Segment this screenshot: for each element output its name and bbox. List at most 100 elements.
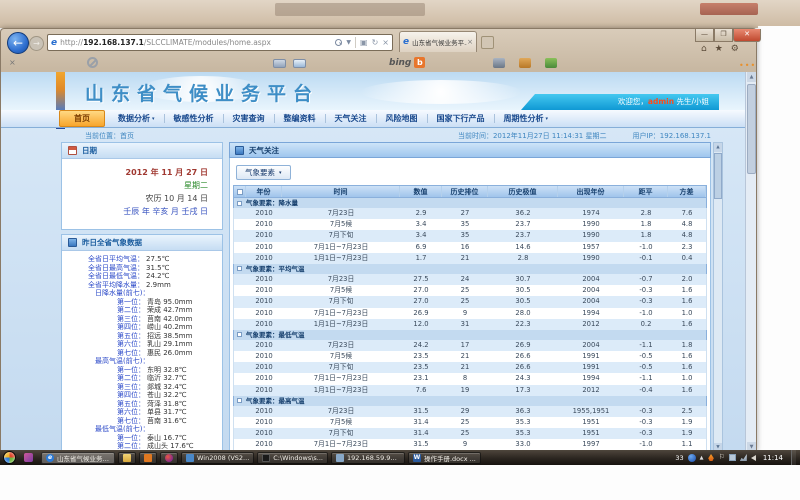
- table-row[interactable]: 20107月1日~7月23日26.9928.01994-1.01.0: [233, 308, 707, 319]
- table-row[interactable]: 20107月5候3.43523.719901.84.8: [233, 219, 707, 230]
- column-header[interactable]: 距平: [624, 186, 668, 197]
- address-bar[interactable]: e http://192.168.137.1/SLCCLIMATE/module…: [47, 34, 393, 51]
- show-desktop-button[interactable]: [791, 450, 796, 465]
- table-row[interactable]: 20101月1日~7月23日12.03122.320120.21.6: [233, 319, 707, 330]
- search-icon[interactable]: [335, 39, 342, 46]
- refresh-icon[interactable]: ↻: [372, 38, 379, 47]
- maximize-button[interactable]: ❐: [714, 29, 733, 42]
- bing-logo[interactable]: bingb: [389, 57, 425, 68]
- checkbox[interactable]: [237, 332, 242, 337]
- nav-item-9[interactable]: 周期性分析▾: [495, 113, 558, 124]
- checkbox[interactable]: [237, 201, 242, 206]
- favorites-star-icon[interactable]: ★: [715, 44, 723, 54]
- table-row[interactable]: 20107月1日~7月23日6.91614.61957-1.02.3: [233, 242, 707, 253]
- speaker-icon[interactable]: [751, 455, 756, 461]
- row-gutter-cell: [234, 340, 246, 351]
- taskbar-clock[interactable]: 11:14: [763, 454, 783, 462]
- stop-icon[interactable]: ×: [382, 38, 389, 47]
- table-cell: 4.8: [668, 230, 706, 241]
- close-button[interactable]: ✕: [733, 29, 761, 42]
- tray-app-icon[interactable]: [688, 454, 696, 462]
- minimize-button[interactable]: —: [695, 29, 714, 42]
- network-icon[interactable]: [740, 454, 747, 461]
- scrollbar-thumb[interactable]: [714, 153, 722, 199]
- table-row[interactable]: 20101月1日~7月23日7.61917.32012-0.41.6: [233, 385, 707, 396]
- group-header-row[interactable]: 气象要素：最低气温: [233, 330, 707, 340]
- column-header[interactable]: 数值: [400, 186, 442, 197]
- nav-item-2[interactable]: 数据分析▾: [109, 113, 164, 124]
- nav-item-5[interactable]: 整编资料: [275, 113, 325, 124]
- compatibility-icon[interactable]: ▣: [360, 38, 368, 47]
- table-row[interactable]: 20107月下旬31.42535.31951-0.31.9: [233, 428, 707, 439]
- browser-tab[interactable]: e 山东省气候业务平... ×: [399, 31, 477, 52]
- table-row[interactable]: 20107月23日2.92736.219742.87.6: [233, 208, 707, 219]
- nav-item-8[interactable]: 国家下行产品: [428, 113, 494, 124]
- new-tab-button[interactable]: [481, 36, 494, 49]
- chevron-down-icon[interactable]: ▼: [346, 39, 351, 46]
- taskbar-button-media[interactable]: [160, 452, 178, 464]
- group-header-row[interactable]: 气象要素：平均气温: [233, 264, 707, 274]
- checkbox[interactable]: [237, 189, 243, 195]
- panel-scrollbar[interactable]: ▲ ▼: [713, 142, 723, 452]
- forward-button[interactable]: →: [29, 36, 44, 51]
- table-row[interactable]: 20107月23日27.52430.72004-0.72.0: [233, 274, 707, 285]
- checkbox[interactable]: [237, 266, 242, 271]
- group-header-row[interactable]: 气象要素：最高气温: [233, 396, 707, 406]
- column-header[interactable]: 历史极值: [488, 186, 558, 197]
- taskbar-button-orange[interactable]: [139, 452, 157, 464]
- nav-item-3[interactable]: 敏感性分析: [165, 113, 223, 124]
- camera-icon[interactable]: [493, 58, 505, 68]
- table-row[interactable]: 20107月下旬3.43523.719901.84.8: [233, 230, 707, 241]
- action-center-flag-icon[interactable]: ⚐: [719, 454, 725, 461]
- table-row[interactable]: 20107月下旬23.52126.61991-0.51.6: [233, 362, 707, 373]
- table-row[interactable]: 20107月1日~7月23日31.5933.01997-1.01.1: [233, 439, 707, 450]
- tab-close-icon[interactable]: ×: [467, 38, 473, 46]
- scroll-up-icon[interactable]: ▲: [747, 72, 756, 82]
- taskbar-button-word[interactable]: W操作手册.docx ...: [408, 452, 481, 464]
- home-icon[interactable]: ⌂: [701, 44, 707, 54]
- start-button[interactable]: [3, 451, 16, 464]
- back-button[interactable]: ←: [7, 32, 29, 54]
- scrollbar-thumb[interactable]: [747, 84, 756, 174]
- download-manager-icon[interactable]: [708, 454, 715, 461]
- table-row[interactable]: 20107月23日24.21726.92004-1.11.8: [233, 340, 707, 351]
- scroll-up-icon[interactable]: ▲: [714, 143, 722, 152]
- computer-icon[interactable]: [729, 454, 736, 461]
- nav-item-6[interactable]: 天气关注: [326, 113, 376, 124]
- people-icon[interactable]: [545, 58, 557, 68]
- settings-gear-icon[interactable]: ⚙: [731, 44, 739, 54]
- mail-icon[interactable]: [273, 59, 286, 68]
- tray-expand-icon[interactable]: ▲: [700, 455, 704, 461]
- close-sidebar-icon[interactable]: ×: [9, 58, 16, 67]
- table-row[interactable]: 20107月1日~7月23日23.1824.31994-1.11.0: [233, 373, 707, 384]
- table-row[interactable]: 20107月下旬27.02530.52004-0.31.6: [233, 296, 707, 307]
- table-row[interactable]: 20107月5候27.02530.52004-0.31.6: [233, 285, 707, 296]
- column-header[interactable]: 历史排位: [442, 186, 488, 197]
- nav-item-7[interactable]: 风险地图: [377, 113, 427, 124]
- taskbar-button-folder[interactable]: [118, 452, 136, 464]
- taskbar-button-ie[interactable]: e山东省气候业务平...: [41, 452, 115, 464]
- pet-icon[interactable]: [519, 58, 531, 68]
- column-header[interactable]: 时间: [282, 186, 400, 197]
- table-row[interactable]: 20107月5候31.42535.31951-0.31.9: [233, 417, 707, 428]
- element-dropdown-button[interactable]: 气象要素 ▾: [236, 165, 291, 180]
- column-header[interactable]: 出现年份: [558, 186, 624, 197]
- column-header[interactable]: 年份: [246, 186, 282, 197]
- browser-scrollbar[interactable]: ▲ ▼: [745, 72, 756, 452]
- taskbar-button-server[interactable]: Win2008 (VS2...: [181, 452, 254, 464]
- table-cell: 17.3: [488, 385, 558, 396]
- table-row[interactable]: 20107月23日31.52936.31955,1951-0.32.5: [233, 406, 707, 417]
- nav-item-4[interactable]: 灾害查询: [224, 113, 274, 124]
- nav-item-1[interactable]: 首页: [59, 110, 105, 127]
- quick-launch-icon[interactable]: [24, 453, 33, 462]
- taskbar-button-cmd[interactable]: C:\Windows\s...: [257, 452, 328, 464]
- group-header-row[interactable]: 气象要素：降水量: [233, 198, 707, 208]
- more-options-icon[interactable]: •••: [739, 61, 756, 70]
- table-row[interactable]: 20107月5候23.52126.61991-0.51.6: [233, 351, 707, 362]
- blocked-icon[interactable]: [87, 57, 98, 68]
- picture-icon[interactable]: [293, 59, 306, 68]
- column-header[interactable]: 方差: [668, 186, 706, 197]
- taskbar-button-remote[interactable]: 192.168.59.99...: [331, 452, 405, 464]
- checkbox[interactable]: [237, 398, 242, 403]
- table-row[interactable]: 20101月1日~7月23日1.7212.81990-0.10.4: [233, 253, 707, 264]
